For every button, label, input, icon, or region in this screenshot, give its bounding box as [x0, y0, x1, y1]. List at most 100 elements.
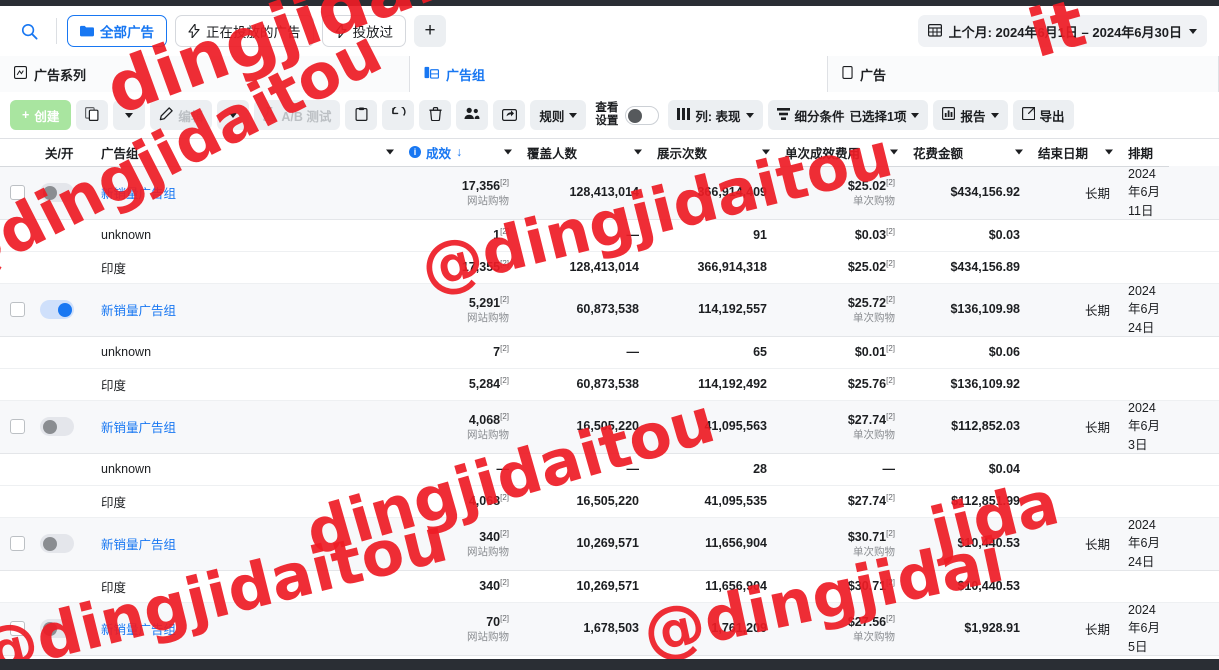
- row-checkbox[interactable]: [10, 185, 25, 200]
- cost-per-result-cell-value: $25.72[2]: [847, 295, 895, 311]
- tab-active-ads[interactable]: 正在投放的广告: [175, 15, 314, 47]
- view-settings-control[interactable]: 查看 设置: [595, 102, 660, 128]
- create-button[interactable]: + 创建: [10, 100, 72, 130]
- edit-button[interactable]: 编辑: [150, 100, 213, 130]
- amount-spent-cell: $10,440.53: [904, 570, 1029, 603]
- row-checkbox[interactable]: [10, 419, 25, 434]
- end-date-cell-text: 长期: [1084, 623, 1110, 637]
- reach-cell: 128,413,014: [518, 251, 648, 284]
- duplicate-dropdown-button[interactable]: [113, 100, 146, 130]
- header-cost-per-result[interactable]: 单次成效费用: [776, 139, 904, 167]
- cost-per-result-cell-sublabel: 单次购物: [853, 428, 895, 441]
- adset-name-cell: 新销量广告组: [92, 283, 400, 337]
- columns-button[interactable]: 列: 表现: [668, 100, 763, 130]
- impressions-cell: 91: [648, 219, 776, 252]
- duplicate-button[interactable]: [76, 100, 109, 130]
- reach-cell-value: 16,505,220: [576, 419, 639, 434]
- cost-per-result-cell-value: $30.71[2]: [847, 578, 895, 594]
- footnote-marker: [2]: [500, 259, 509, 269]
- header-schedule[interactable]: 排期: [1119, 139, 1169, 167]
- info-icon: i: [409, 146, 421, 159]
- section-tab-adsets[interactable]: 广告组: [410, 56, 828, 92]
- adset-name-cell: 印度: [92, 485, 400, 518]
- add-tab-button[interactable]: +: [414, 15, 446, 47]
- row-checkbox[interactable]: [10, 536, 25, 551]
- audience-button[interactable]: [456, 100, 489, 130]
- adset-status-toggle[interactable]: [40, 534, 74, 553]
- header-adset-name[interactable]: 广告组: [92, 139, 400, 167]
- export-icon: [1021, 107, 1035, 123]
- share-button[interactable]: [493, 100, 526, 130]
- amount-spent-cell: $136,109.92: [904, 368, 1029, 401]
- reach-cell: —: [518, 453, 648, 486]
- row-checkbox[interactable]: [10, 302, 25, 317]
- header-end-date[interactable]: 结束日期: [1029, 139, 1119, 167]
- adset-name-cell-text[interactable]: 新销量广告组: [101, 304, 176, 318]
- cost-per-result-cell-value: $25.02[2]: [847, 178, 895, 194]
- adset-status-toggle[interactable]: [40, 300, 74, 319]
- chevron-down-icon[interactable]: [1105, 149, 1113, 155]
- row-checkbox[interactable]: [10, 621, 25, 636]
- ab-test-button[interactable]: A/B 测试: [254, 100, 341, 130]
- header-results[interactable]: i 成效 ↓: [400, 139, 518, 167]
- edit-dropdown-button[interactable]: [217, 100, 250, 130]
- footnote-marker: [2]: [886, 295, 895, 305]
- date-range-picker[interactable]: 上个月: 2024年6月1日 – 2024年6月30日: [917, 15, 1207, 47]
- divider: [56, 18, 57, 44]
- header-reach[interactable]: 覆盖人数: [518, 139, 648, 167]
- clipboard-button[interactable]: [345, 100, 378, 130]
- chevron-down-icon[interactable]: [386, 149, 394, 155]
- end-date-cell: [1029, 219, 1119, 252]
- adset-status-toggle[interactable]: [40, 619, 74, 638]
- cost-per-result-cell: $25.02[2]: [776, 251, 904, 284]
- impressions-cell: 41,095,563: [648, 400, 776, 454]
- reach-cell: 60,873,538: [518, 283, 648, 337]
- export-button[interactable]: 导出: [1012, 100, 1074, 130]
- header-amount-spent[interactable]: 花费金额: [904, 139, 1029, 167]
- schedule-cell: 2024年6月24日: [1119, 283, 1169, 337]
- chevron-down-icon[interactable]: [1015, 149, 1023, 155]
- adset-name-cell-text: unknown: [101, 462, 152, 476]
- adset-name-cell-text[interactable]: 新销量广告组: [101, 187, 176, 201]
- reach-cell-value: —: [626, 461, 640, 476]
- adset-name-cell-text[interactable]: 新销量广告组: [101, 623, 176, 637]
- adset-status-toggle[interactable]: [40, 417, 74, 436]
- adset-name-cell-text[interactable]: 新销量广告组: [101, 421, 176, 435]
- amount-spent-cell: $0.06: [904, 336, 1029, 369]
- delete-button[interactable]: [419, 100, 452, 130]
- view-settings-toggle[interactable]: [625, 105, 660, 125]
- section-tab-ads-label: 广告: [860, 67, 887, 83]
- cost-per-result-cell: —: [776, 453, 904, 486]
- report-button[interactable]: 报告: [933, 100, 1008, 130]
- rules-button[interactable]: 规则: [530, 100, 587, 130]
- results-cell: 340[2] 网站购物: [400, 517, 518, 571]
- header-impressions[interactable]: 展示次数: [648, 139, 776, 167]
- adset-name-cell-text: 印度: [101, 261, 127, 276]
- adset-status-toggle[interactable]: [40, 183, 74, 202]
- adset-name-cell-text[interactable]: 新销量广告组: [101, 538, 176, 552]
- table-row: 新销量广告组 340[2] 网站购物 10,269,571 11,656,904 $30.…: [0, 517, 1219, 571]
- header-select-all[interactable]: [0, 139, 36, 167]
- row-toggle-cell: [36, 219, 92, 252]
- table-subrow: 印度 17,355[2] 128,413,014 366,914,318 $25.02[…: [0, 251, 1219, 284]
- chevron-down-icon[interactable]: [762, 149, 770, 155]
- search-icon[interactable]: [12, 14, 46, 48]
- section-tab-campaigns[interactable]: 广告系列: [0, 56, 410, 92]
- end-date-cell-text: 长期: [1084, 187, 1110, 201]
- chevron-down-icon[interactable]: [634, 149, 642, 155]
- schedule-cell-text: 2024年6月24日: [1128, 283, 1160, 335]
- breakdown-button[interactable]: 细分条件 已选择1项: [767, 100, 929, 130]
- amount-spent-cell-value: $112,852.03: [951, 419, 1020, 434]
- chevron-down-icon[interactable]: [890, 149, 898, 155]
- tab-past-ads[interactable]: 投放过: [321, 15, 406, 47]
- section-tab-ads[interactable]: 广告: [828, 56, 1219, 92]
- people-icon: [464, 107, 480, 123]
- folder-icon: [80, 25, 94, 37]
- footnote-marker: [2]: [500, 376, 509, 386]
- tab-all-ads[interactable]: 全部广告: [67, 15, 167, 47]
- chevron-down-icon[interactable]: [504, 149, 512, 155]
- section-tab-campaigns-label: 广告系列: [34, 67, 87, 83]
- undo-button[interactable]: [382, 100, 415, 130]
- impressions-cell-value: 366,914,318: [697, 259, 767, 274]
- results-cell-value: 1[2]: [493, 227, 509, 243]
